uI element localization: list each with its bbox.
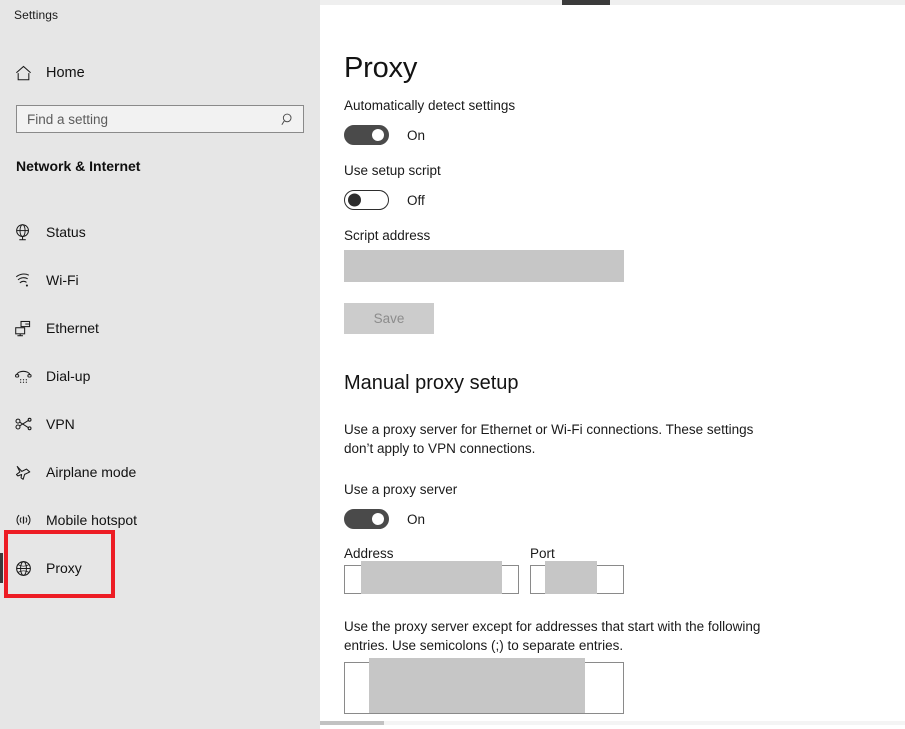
use-proxy-toggle-row[interactable]: On (344, 509, 425, 529)
exceptions-redaction (369, 658, 585, 713)
use-proxy-toggle-state: On (407, 511, 426, 527)
sidebar-item-vpn-label: VPN (46, 416, 75, 432)
sidebar-item-home[interactable]: Home (0, 58, 320, 88)
toggle-knob (372, 513, 384, 525)
wifi-icon (0, 271, 46, 290)
setup-script-toggle-state: Off (407, 192, 425, 208)
sidebar-item-wifi[interactable]: Wi-Fi (0, 256, 320, 304)
sidebar-item-dialup-label: Dial-up (46, 368, 91, 384)
globe-status-icon (0, 223, 46, 242)
sidebar-item-ethernet[interactable]: Ethernet (0, 304, 320, 352)
sidebar-item-status[interactable]: Status (0, 208, 320, 256)
sidebar: Settings Home Network & Internet (0, 0, 320, 729)
setup-script-toggle-row[interactable]: Off (344, 190, 425, 210)
port-label: Port (530, 546, 555, 561)
script-address-redaction (344, 250, 624, 282)
setup-script-toggle[interactable] (344, 190, 389, 210)
content-pane: Proxy Automatically detect settings On U… (320, 0, 905, 729)
auto-detect-label: Automatically detect settings (344, 98, 516, 113)
auto-detect-toggle-row[interactable]: On (344, 125, 425, 145)
use-proxy-label: Use a proxy server (344, 482, 458, 497)
sidebar-nav-list: Status Wi-Fi Ethernet Dial-up VPN Airpla… (0, 208, 320, 592)
exceptions-description: Use the proxy server except for addresse… (344, 619, 761, 653)
settings-window: Settings Home Network & Internet (0, 0, 905, 729)
auto-detect-toggle-state: On (407, 127, 426, 143)
sidebar-item-mobile-hotspot[interactable]: Mobile hotspot (0, 496, 320, 544)
use-proxy-toggle[interactable] (344, 509, 389, 529)
sidebar-item-wifi-label: Wi-Fi (46, 272, 79, 288)
toggle-knob (348, 193, 361, 207)
sidebar-item-home-label: Home (46, 65, 85, 81)
bottom-scrollbar-thumb[interactable] (320, 721, 384, 725)
toggle-knob (372, 129, 384, 141)
ethernet-icon (0, 319, 46, 338)
search-box[interactable] (16, 105, 304, 133)
search-input[interactable] (17, 106, 273, 132)
top-scrollbar-thumb[interactable] (562, 0, 610, 5)
globe-icon (0, 559, 46, 578)
auto-detect-toggle[interactable] (344, 125, 389, 145)
sidebar-item-ethernet-label: Ethernet (46, 320, 99, 336)
airplane-icon (0, 463, 46, 482)
sidebar-item-dialup[interactable]: Dial-up (0, 352, 320, 400)
save-button[interactable]: Save (344, 303, 434, 334)
script-address-label: Script address (344, 228, 431, 243)
hotspot-icon (0, 511, 46, 530)
setup-script-label: Use setup script (344, 163, 441, 178)
sidebar-item-mobile-hotspot-label: Mobile hotspot (46, 512, 138, 528)
vpn-key-icon (0, 415, 46, 434)
sidebar-item-airplane-mode[interactable]: Airplane mode (0, 448, 320, 496)
manual-proxy-description: Use a proxy server for Ethernet or Wi-Fi… (344, 422, 754, 456)
manual-proxy-heading: Manual proxy setup (344, 372, 519, 394)
sidebar-item-status-label: Status (46, 224, 86, 240)
port-redaction (545, 561, 597, 594)
dialup-phone-icon (0, 367, 46, 386)
page-title: Proxy (344, 52, 418, 84)
sidebar-item-proxy-label: Proxy (46, 560, 82, 576)
sidebar-item-proxy[interactable]: Proxy (0, 544, 320, 592)
sidebar-item-vpn[interactable]: VPN (0, 400, 320, 448)
address-redaction (361, 561, 502, 594)
sidebar-category-label: Network & Internet (16, 158, 141, 174)
top-scrollbar[interactable] (320, 0, 905, 5)
app-title: Settings (14, 8, 59, 22)
bottom-scrollbar[interactable] (320, 721, 905, 725)
sidebar-item-airplane-mode-label: Airplane mode (46, 464, 137, 480)
search-icon[interactable] (273, 112, 303, 127)
address-label: Address (344, 546, 394, 561)
home-icon (0, 64, 46, 83)
